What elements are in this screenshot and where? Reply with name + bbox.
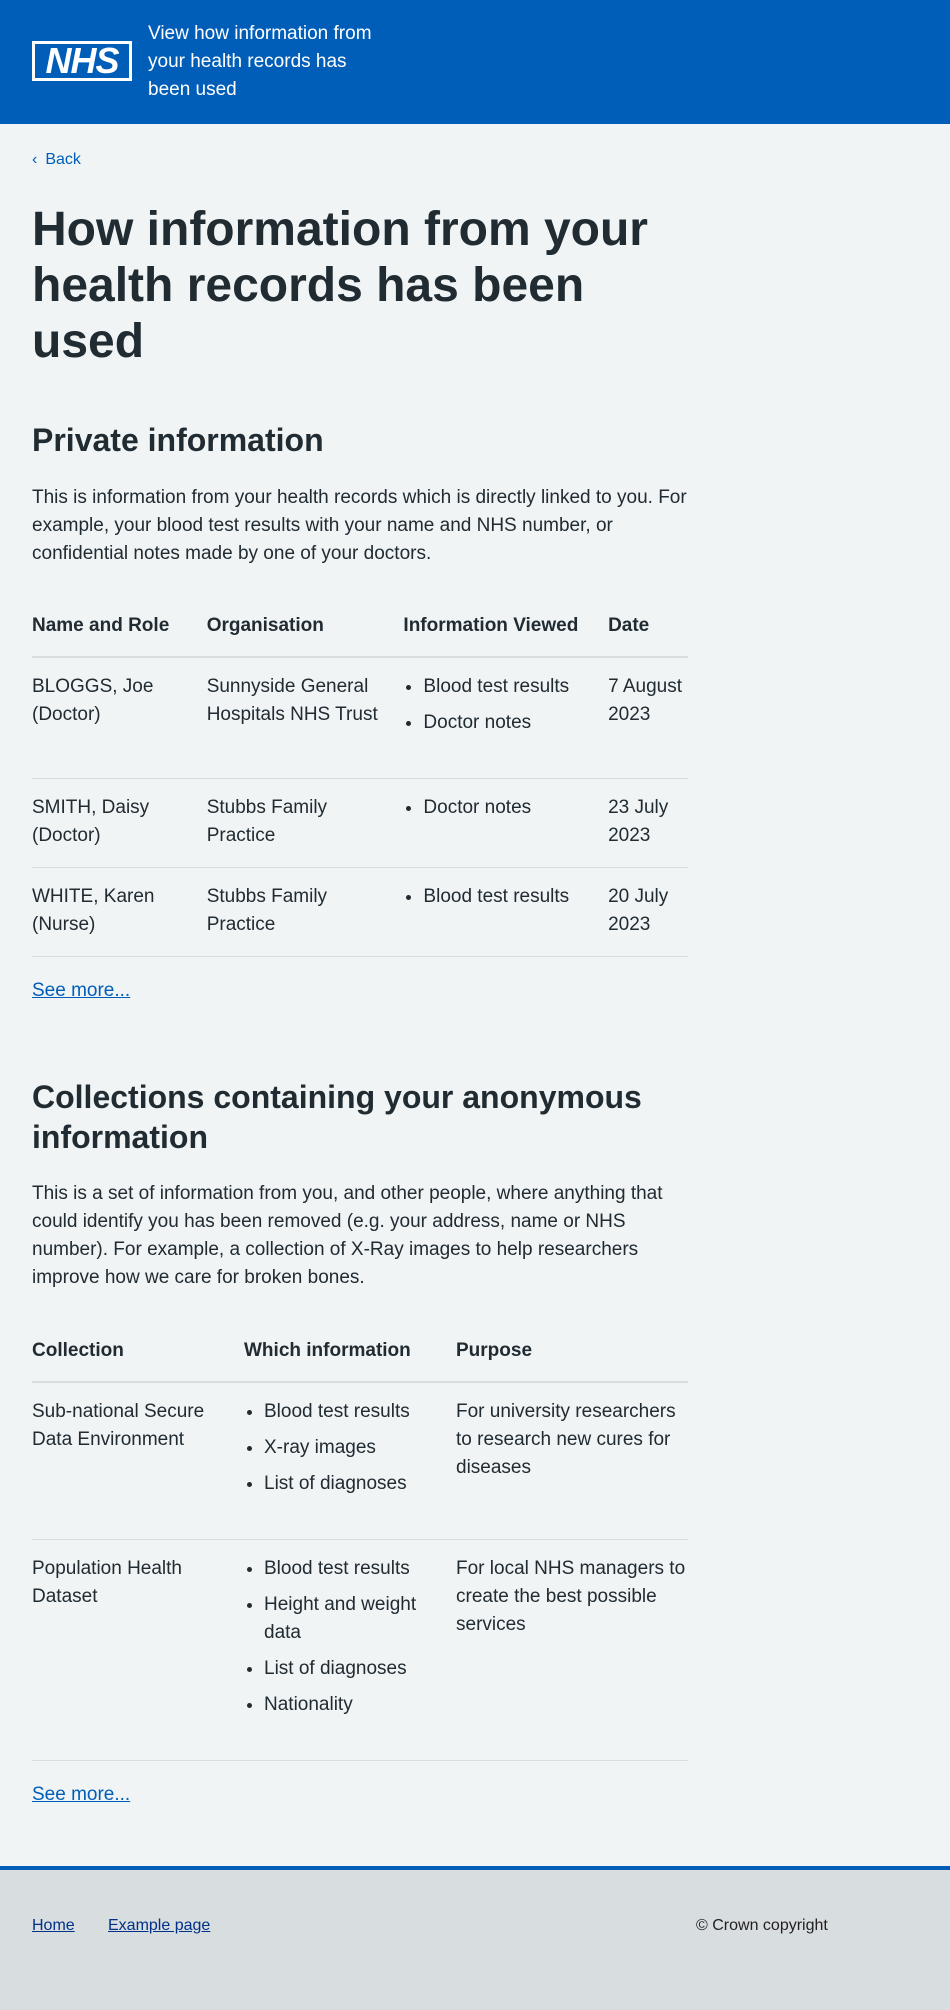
back-link[interactable]: ‹ Back	[32, 150, 81, 170]
collections-description: This is a set of information from you, a…	[32, 1183, 663, 1288]
see-more-collections-link[interactable]: See more...	[32, 1781, 130, 1809]
table-row: Population Health Dataset Blood test res…	[32, 1539, 688, 1761]
list-item: Blood test results	[423, 883, 592, 911]
table-row: BLOGGS, Joe (Doctor) Sunnyside General H…	[32, 657, 688, 779]
list-item: Blood test results	[423, 673, 592, 701]
table-header-row: Collection Which information Purpose	[32, 1323, 688, 1383]
cell-organisation: Stubbs Family Practice	[206, 778, 404, 868]
column-header: Purpose	[456, 1323, 688, 1383]
cell-information-viewed: Doctor notes	[403, 778, 609, 868]
list-item: Doctor notes	[423, 709, 592, 737]
cell-information-viewed: Blood test results	[403, 867, 609, 957]
column-header: Collection	[32, 1323, 244, 1383]
list-item: Height and weight data	[264, 1591, 440, 1647]
table-header-row: Name and Role Organisation Information V…	[32, 598, 688, 658]
cell-organisation: Stubbs Family Practice	[206, 867, 404, 957]
column-header: Organisation	[206, 598, 404, 658]
column-header: Information Viewed	[403, 598, 609, 658]
site-footer: Home Example page © Crown copyright	[0, 1866, 950, 2010]
back-link-label: Back	[45, 151, 81, 168]
footer-link-home[interactable]: Home	[32, 1914, 75, 1938]
list-item: List of diagnoses	[264, 1655, 440, 1683]
footer-link-example-page[interactable]: Example page	[108, 1914, 210, 1938]
table-row: SMITH, Daisy (Doctor) Stubbs Family Prac…	[32, 778, 688, 868]
column-header: Which information	[244, 1323, 456, 1383]
cell-date: 20 July 2023	[608, 867, 688, 957]
cell-purpose: For local NHS managers to create the bes…	[456, 1539, 688, 1761]
cell-date: 7 August 2023	[608, 657, 688, 779]
list-item: Nationality	[264, 1691, 440, 1719]
cell-which-information: Blood test results X-ray images List of …	[244, 1382, 456, 1540]
column-header: Date	[608, 598, 688, 658]
table-row: WHITE, Karen (Nurse) Stubbs Family Pract…	[32, 867, 688, 957]
list-item: Blood test results	[264, 1555, 440, 1583]
cell-collection: Sub-national Secure Data Environment	[32, 1382, 244, 1540]
collections-table: Collection Which information Purpose Sub…	[32, 1323, 688, 1761]
collections-heading: Collections containing your anonymous in…	[32, 1079, 642, 1155]
cell-organisation: Sunnyside General Hospitals NHS Trust	[206, 657, 404, 779]
nhs-logo[interactable]: NHS	[32, 41, 132, 81]
copyright-text: © Crown copyright	[696, 1917, 828, 1934]
list-item: Blood test results	[264, 1398, 440, 1426]
cell-date: 23 July 2023	[608, 778, 688, 868]
private-info-description: This is information from your health rec…	[32, 487, 687, 564]
private-info-table: Name and Role Organisation Information V…	[32, 598, 688, 957]
page-title: How information from your health records…	[32, 203, 648, 368]
cell-name-role: WHITE, Karen (Nurse)	[32, 867, 207, 957]
list-item: Doctor notes	[423, 794, 592, 822]
private-info-heading: Private information	[32, 422, 324, 458]
nhs-logo-text: NHS	[35, 43, 129, 79]
cell-purpose: For university researchers to research n…	[456, 1382, 688, 1540]
see-more-private-link[interactable]: See more...	[32, 977, 130, 1005]
cell-information-viewed: Blood test results Doctor notes	[403, 657, 609, 779]
column-header: Name and Role	[32, 598, 207, 658]
cell-which-information: Blood test results Height and weight dat…	[244, 1539, 456, 1761]
cell-name-role: BLOGGS, Joe (Doctor)	[32, 657, 207, 779]
list-item: List of diagnoses	[264, 1470, 440, 1498]
site-header: NHS View how information from your healt…	[0, 0, 950, 124]
table-row: Sub-national Secure Data Environment Blo…	[32, 1382, 688, 1540]
cell-name-role: SMITH, Daisy (Doctor)	[32, 778, 207, 868]
cell-collection: Population Health Dataset	[32, 1539, 244, 1761]
chevron-left-icon: ‹	[32, 151, 38, 168]
service-name[interactable]: View how information from your health re…	[148, 20, 378, 104]
list-item: X-ray images	[264, 1434, 440, 1462]
